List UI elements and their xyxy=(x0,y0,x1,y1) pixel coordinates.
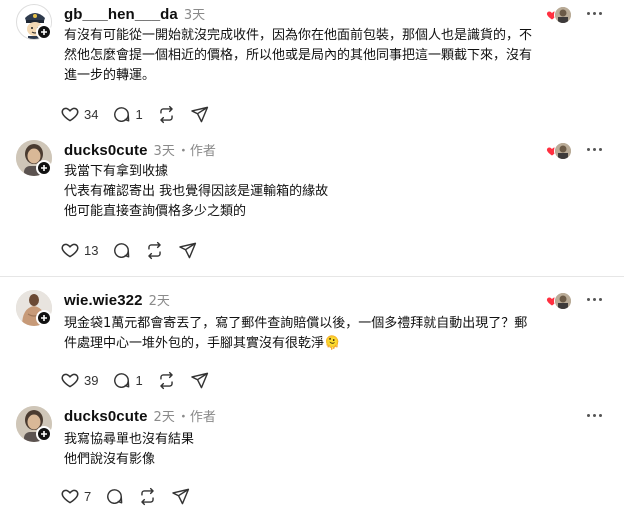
comment-text: 現金袋1萬元都會寄丟了，寫了郵件查詢賠償以後，一個多禮拜就自動出現了？郵 件處理… xyxy=(64,316,528,351)
avatar[interactable] xyxy=(16,290,52,326)
share-button[interactable] xyxy=(190,371,209,390)
username[interactable]: gb___hen___da xyxy=(64,6,178,23)
comment-bubble-icon xyxy=(114,242,130,258)
username[interactable]: ducks0cute xyxy=(64,408,148,425)
mini-avatar xyxy=(554,142,572,160)
action-bar: 39 1 xyxy=(60,370,223,390)
share-button[interactable] xyxy=(171,487,190,506)
follow-plus-icon[interactable] xyxy=(36,426,52,442)
more-options-button[interactable] xyxy=(583,294,606,305)
more-options-button[interactable] xyxy=(583,410,606,421)
action-bar: 34 1 xyxy=(60,104,223,124)
comment-text: 我寫協尋單也沒有結果 他們說沒有影像 xyxy=(64,432,195,467)
follow-plus-icon[interactable] xyxy=(36,24,52,40)
repost-button[interactable] xyxy=(157,371,176,390)
share-button[interactable] xyxy=(178,241,197,260)
username[interactable]: wie.wie322 xyxy=(64,292,143,309)
heart-icon xyxy=(61,373,79,388)
share-button[interactable] xyxy=(190,105,209,124)
melting-face-emoji: 🫠 xyxy=(324,336,341,351)
comment-count: 1 xyxy=(135,372,143,388)
comment-button[interactable]: 1 xyxy=(112,105,143,124)
action-bar: 13 xyxy=(60,240,211,260)
avatar[interactable] xyxy=(16,4,52,40)
repost-icon xyxy=(159,105,173,123)
timestamp: 3天 xyxy=(183,8,206,23)
repost-button[interactable] xyxy=(138,487,157,506)
like-count: 39 xyxy=(84,372,99,388)
send-icon xyxy=(179,242,197,258)
comment-text: 我當下有拿到收據 代表有確認寄出 我也覺得因該是運輸箱的緣故 他可能直接查詢價格… xyxy=(64,164,329,219)
comment-count: 1 xyxy=(135,106,143,122)
mini-avatar xyxy=(554,6,572,24)
reactions-indicator[interactable] xyxy=(546,142,572,160)
repost-icon xyxy=(148,241,162,259)
section-divider xyxy=(0,276,624,277)
comment-button[interactable]: 1 xyxy=(112,371,143,390)
comment-bubble-icon xyxy=(114,106,130,122)
author-tag: ・作者 xyxy=(176,144,216,159)
mini-avatar xyxy=(554,292,572,310)
more-options-button[interactable] xyxy=(583,144,606,155)
like-count: 34 xyxy=(84,106,99,122)
heart-icon xyxy=(61,489,79,504)
like-count: 13 xyxy=(84,242,99,258)
avatar[interactable] xyxy=(16,406,52,442)
timestamp: 3天 xyxy=(153,144,175,159)
follow-plus-icon[interactable] xyxy=(36,160,52,176)
heart-icon xyxy=(61,107,79,122)
repost-icon xyxy=(159,371,173,389)
like-button[interactable]: 39 xyxy=(60,370,98,390)
reactions-indicator[interactable] xyxy=(546,6,572,24)
repost-button[interactable] xyxy=(145,241,164,260)
like-button[interactable]: 13 xyxy=(60,240,98,260)
author-tag: ・作者 xyxy=(176,410,216,425)
timestamp: 2天 xyxy=(148,294,170,309)
comment-text: 有沒有可能從一開始就沒完成收件，因為你在他面前包裝，那個人也是識貨的，不 然他怎… xyxy=(64,28,533,83)
like-count: 7 xyxy=(84,488,92,504)
follow-plus-icon[interactable] xyxy=(36,310,52,326)
timestamp: 2天 xyxy=(153,410,175,425)
comment-bubble-icon xyxy=(114,372,130,388)
repost-button[interactable] xyxy=(157,105,176,124)
more-options-button[interactable] xyxy=(583,8,606,19)
comment-button[interactable] xyxy=(112,241,131,260)
heart-icon xyxy=(61,243,79,258)
like-button[interactable]: 34 xyxy=(60,104,98,124)
avatar[interactable] xyxy=(16,140,52,176)
send-icon xyxy=(172,488,190,504)
like-button[interactable]: 7 xyxy=(60,486,91,506)
comment-bubble-icon xyxy=(107,488,123,504)
username[interactable]: ducks0cute xyxy=(64,142,148,159)
repost-icon xyxy=(141,487,154,505)
reactions-indicator[interactable] xyxy=(546,292,572,310)
send-icon xyxy=(190,106,208,122)
send-icon xyxy=(190,372,208,388)
action-bar: 7 xyxy=(60,486,204,506)
comment-button[interactable] xyxy=(105,487,124,506)
